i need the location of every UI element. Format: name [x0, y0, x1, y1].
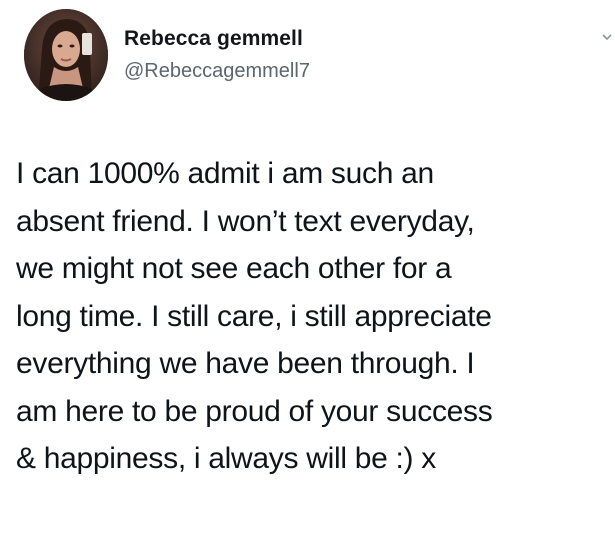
chevron-down-icon[interactable] [600, 30, 614, 44]
tweet-text-line: am here to be proud of your success [16, 394, 493, 428]
tweet-card: Rebecca gemmell @Rebeccagemmell7 I can 1… [0, 0, 615, 557]
author-avatar[interactable] [24, 9, 108, 101]
tweet-text-line: & happiness, i always will be :) x [16, 442, 436, 475]
tweet-text-line: absent friend. I won’t text everyday, [16, 204, 475, 238]
tweet-text-line: we might not see each other for a [16, 252, 452, 285]
tweet-text-line: I can 1000% admit i am such an [16, 157, 434, 190]
author-handle[interactable]: @Rebeccagemmell7 [124, 60, 310, 83]
tweet-text: I can 1000% admit i am such an absent fr… [16, 150, 612, 483]
tweet-text-line: everything we have been through. I [16, 347, 475, 380]
avatar-photo-icon [24, 9, 108, 101]
author-name[interactable]: Rebecca gemmell [124, 27, 303, 51]
tweet-text-line: long time. I still care, i still appreci… [16, 299, 492, 333]
